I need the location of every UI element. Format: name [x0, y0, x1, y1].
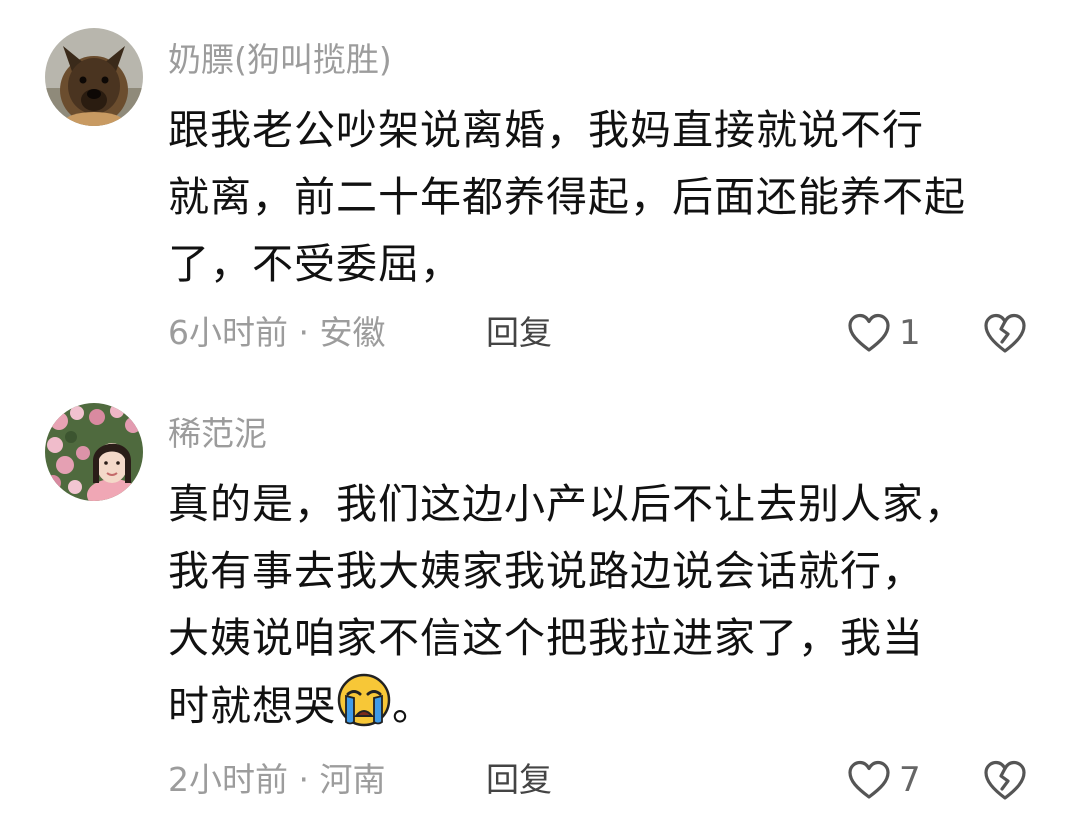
heart-icon[interactable]	[847, 313, 891, 353]
comment-text: 真的是，我们这边小产以后不让去别人家， 我有事去我大姨家我说路边说会话就行， 大…	[168, 471, 1048, 740]
user-avatar[interactable]	[45, 403, 143, 501]
comment-meta: 2小时前 · 河南	[168, 760, 386, 799]
comment-text-line: 真的是，我们这边小产以后不让去别人家，	[168, 480, 966, 528]
like-count: 7	[899, 760, 921, 800]
woman-flowers-avatar-icon	[45, 403, 143, 501]
comment-text-line: 跟我老公吵架说离婚，我妈直接就说不行	[168, 106, 924, 154]
comment-text-line-last: 时就想哭 。	[168, 672, 1048, 740]
heart-icon[interactable]	[847, 760, 891, 800]
crying-face-emoji-icon	[337, 673, 391, 727]
reply-button[interactable]: 回复	[486, 760, 552, 800]
broken-heart-icon[interactable]	[982, 312, 1028, 354]
comment-username[interactable]: 稀范泥	[168, 414, 267, 454]
comment-meta: 6小时前 · 安徽	[168, 313, 386, 352]
user-avatar[interactable]	[45, 28, 143, 126]
comment-text-fragment: 时就想哭	[168, 682, 336, 730]
dog-avatar-icon	[45, 28, 143, 126]
comment-text-line: 大姨说咱家不信这个把我拉进家了，我当	[168, 614, 924, 662]
comment-text-line: 我有事去我大姨家我说路边说会话就行，	[168, 547, 924, 595]
reply-button[interactable]: 回复	[486, 313, 552, 353]
comment-text-line: 就离，前二十年都养得起，后面还能养不起	[168, 173, 966, 221]
comment-text-fragment: 。	[392, 682, 434, 730]
comment-username[interactable]: 奶膘(狗叫揽胜)	[168, 40, 392, 80]
like-count: 1	[899, 313, 921, 353]
broken-heart-icon[interactable]	[982, 759, 1028, 801]
comment-text-line: 了，不受委屈，	[168, 240, 462, 288]
comment-text: 跟我老公吵架说离婚，我妈直接就说不行 就离，前二十年都养得起，后面还能养不起 了…	[168, 97, 1048, 298]
